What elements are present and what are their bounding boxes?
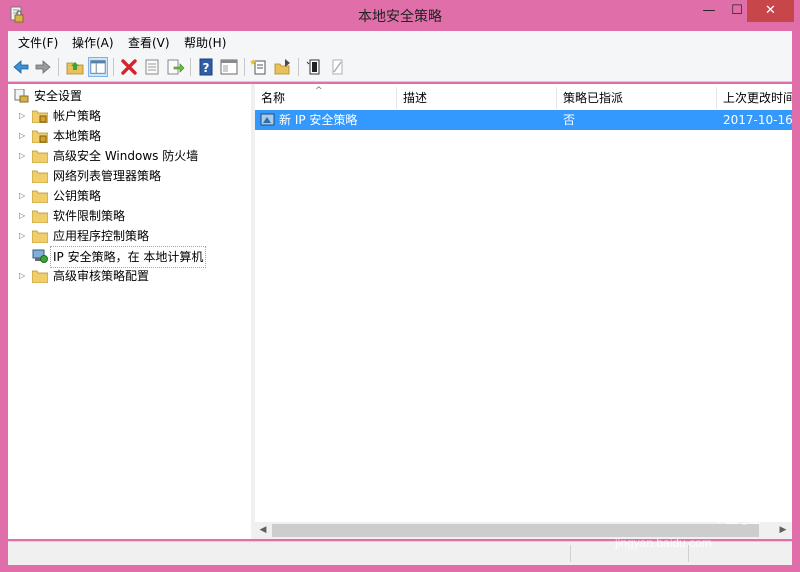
column-header-label: 描述 <box>403 91 428 105</box>
menu-bar: 文件(F) 操作(A) 查看(V) 帮助(H) <box>8 31 792 54</box>
expand-arrow-icon[interactable]: ▷ <box>19 126 29 146</box>
tree-item-firewall[interactable]: ▷ 高级安全 Windows 防火墙 <box>8 146 251 166</box>
title-bar: 本地安全策略 — ☐ ✕ <box>0 0 800 30</box>
menu-file[interactable]: 文件(F) <box>18 34 58 51</box>
app-window: 本地安全策略 — ☐ ✕ 文件(F) 操作(A) 查看(V) 帮助(H) ? 安… <box>0 0 800 572</box>
create-ip-policy-icon[interactable] <box>250 57 270 77</box>
ip-policy-icon <box>260 113 275 126</box>
tree-item-software-restriction[interactable]: ▷ 软件限制策略 <box>8 206 251 226</box>
toolbar-separator <box>58 58 59 76</box>
navigation-tree: 安全设置 ▷ 帐户策略 ▷ 本地策略 ▷ 高级安全 Windows 防火墙 网络… <box>8 84 252 539</box>
baidu-jingyan-watermark: Baidu 经验 jingyan.baidu.com <box>613 486 793 556</box>
tree-item-app-control[interactable]: ▷ 应用程序控制策略 <box>8 226 251 246</box>
unassign-icon[interactable] <box>327 57 347 77</box>
column-header-label: 名称 <box>261 91 286 105</box>
tree-item-label: 高级安全 Windows 防火墙 <box>53 149 199 163</box>
tree-item-label: 本地策略 <box>53 129 102 143</box>
toolbar-separator <box>298 58 299 76</box>
tree-item-label: 软件限制策略 <box>53 209 126 223</box>
maximize-button[interactable]: ☐ <box>728 0 746 22</box>
watermark-logo: Baidu <box>613 494 692 527</box>
properties-icon[interactable] <box>142 57 162 77</box>
show-console-tree-icon[interactable] <box>219 57 239 77</box>
forward-arrow-icon[interactable] <box>33 57 53 77</box>
folder-icon <box>32 150 48 163</box>
expand-arrow-icon[interactable]: ▷ <box>19 226 29 246</box>
toolbar-separator <box>244 58 245 76</box>
tree-item-network-list[interactable]: 网络列表管理器策略 <box>8 166 251 186</box>
scroll-left-icon[interactable]: ◀ <box>256 523 270 538</box>
toolbar-separator <box>190 58 191 76</box>
delete-icon[interactable] <box>119 57 139 77</box>
cell-name: 新 IP 安全策略 <box>279 113 358 127</box>
column-header-label: 上次更改时间 <box>723 91 792 105</box>
tree-item-label: 帐户策略 <box>53 109 102 123</box>
expand-arrow-icon[interactable]: ▷ <box>19 266 29 286</box>
column-header-modified[interactable]: 上次更改时间 <box>717 87 792 109</box>
locked-folder-icon <box>32 130 48 143</box>
show-hide-tree-icon[interactable] <box>88 57 108 77</box>
expand-arrow-icon[interactable]: ▷ <box>19 146 29 166</box>
column-header-description[interactable]: 描述 <box>397 87 557 109</box>
tree-item-label: 网络列表管理器策略 <box>53 169 162 183</box>
expand-arrow-icon[interactable]: ▷ <box>19 186 29 206</box>
watermark-url: jingyan.baidu.com <box>615 536 712 550</box>
cell-modified: 2017-10-16 <box>723 113 792 127</box>
column-header-name[interactable]: ^ 名称 <box>255 86 397 109</box>
toolbar: ? <box>8 53 792 82</box>
watermark-title: 经验 <box>717 504 762 529</box>
folder-icon <box>32 190 48 203</box>
manage-filter-icon[interactable] <box>273 57 293 77</box>
minimize-button[interactable]: — <box>700 0 718 22</box>
tree-item-account-policy[interactable]: ▷ 帐户策略 <box>8 106 251 126</box>
cell-assigned: 否 <box>563 113 576 127</box>
tree-item-label: 应用程序控制策略 <box>53 229 150 243</box>
locked-folder-icon <box>32 110 48 123</box>
back-arrow-icon[interactable] <box>11 57 31 77</box>
up-folder-icon[interactable] <box>65 57 85 77</box>
expand-arrow-icon[interactable]: ▷ <box>19 206 29 226</box>
folder-icon <box>32 210 48 223</box>
close-button[interactable]: ✕ <box>747 0 794 22</box>
column-header-assigned[interactable]: 策略已指派 <box>557 87 717 109</box>
tree-item-advanced-audit[interactable]: ▷ 高级审核策略配置 <box>8 266 251 286</box>
help-icon[interactable]: ? <box>196 57 216 77</box>
tree-item-label: 公钥策略 <box>53 189 102 203</box>
status-divider <box>570 545 571 562</box>
assign-icon[interactable] <box>304 57 324 77</box>
expand-arrow-icon[interactable]: ▷ <box>19 106 29 126</box>
tree-item-ip-security[interactable]: IP 安全策略，在 本地计算机 <box>8 246 251 268</box>
tree-item-local-policy[interactable]: ▷ 本地策略 <box>8 126 251 146</box>
tree-root-label: 安全设置 <box>34 89 83 103</box>
svg-text:?: ? <box>203 61 210 75</box>
cell-description <box>403 110 553 130</box>
folder-icon <box>32 270 48 283</box>
tree-root[interactable]: 安全设置 <box>8 86 251 106</box>
export-list-icon[interactable] <box>165 57 185 77</box>
menu-view[interactable]: 查看(V) <box>128 34 170 51</box>
ip-security-icon <box>32 249 48 263</box>
table-row[interactable]: 新 IP 安全策略 否 2017-10-16 <box>255 110 792 130</box>
folder-icon <box>32 230 48 243</box>
tree-item-public-key[interactable]: ▷ 公钥策略 <box>8 186 251 206</box>
tree-item-label: 高级审核策略配置 <box>53 269 150 283</box>
folder-icon <box>32 170 48 183</box>
details-list: ^ 名称 描述 策略已指派 上次更改时间 新 IP 安全策略 否 2017-10… <box>255 84 792 539</box>
tree-item-label: IP 安全策略，在 本地计算机 <box>50 246 207 268</box>
security-settings-icon <box>14 89 29 103</box>
window-title: 本地安全策略 <box>358 9 442 25</box>
menu-help[interactable]: 帮助(H) <box>184 34 226 51</box>
column-header-label: 策略已指派 <box>563 91 624 105</box>
toolbar-separator <box>113 58 114 76</box>
sort-ascending-icon: ^ <box>315 86 323 96</box>
menu-action[interactable]: 操作(A) <box>72 34 114 51</box>
